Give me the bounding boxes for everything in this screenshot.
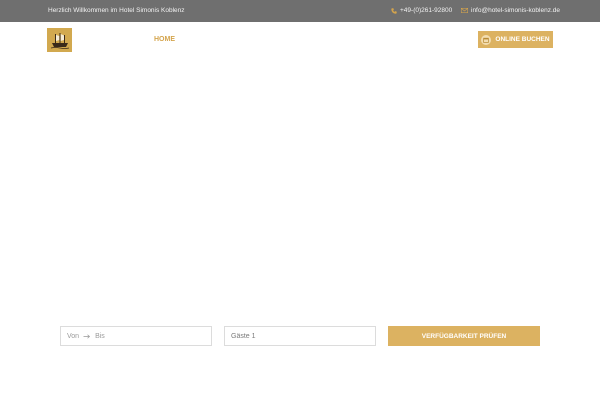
guests-select[interactable]: Gäste 1 [224,326,376,346]
welcome-text: Herzlich Willkommen im Hotel Simonis Kob… [48,7,185,14]
online-booking-label: ONLINE BUCHEN [495,36,550,43]
phone-contact[interactable]: +49-(0)261-92800 [391,7,452,14]
main-header: HOME ONLINE BUCHEN [0,22,600,58]
nav-home-link[interactable]: HOME [154,36,175,43]
phone-number[interactable]: +49-(0)261-92800 [400,7,452,14]
from-date-placeholder: Von [67,332,80,340]
date-range-input[interactable]: Von Bis [60,326,212,346]
check-availability-button[interactable]: VERFÜGBARKEIT PRÜFEN [388,326,540,346]
email-contact[interactable]: info@hotel-simonis-koblenz.de [461,7,560,14]
to-date-placeholder: Bis [95,332,105,340]
top-info-bar: Herzlich Willkommen im Hotel Simonis Kob… [0,0,600,22]
email-address[interactable]: info@hotel-simonis-koblenz.de [471,7,560,14]
guests-value: Gäste 1 [231,332,256,340]
ship-logo [50,33,69,49]
arrow-right-icon [83,333,91,339]
hotel-logo[interactable] [47,28,72,52]
envelope-icon [461,8,468,13]
hero-area [0,58,600,400]
calendar-icon [481,34,492,45]
phone-icon [391,7,397,14]
online-booking-button[interactable]: ONLINE BUCHEN [478,31,553,48]
